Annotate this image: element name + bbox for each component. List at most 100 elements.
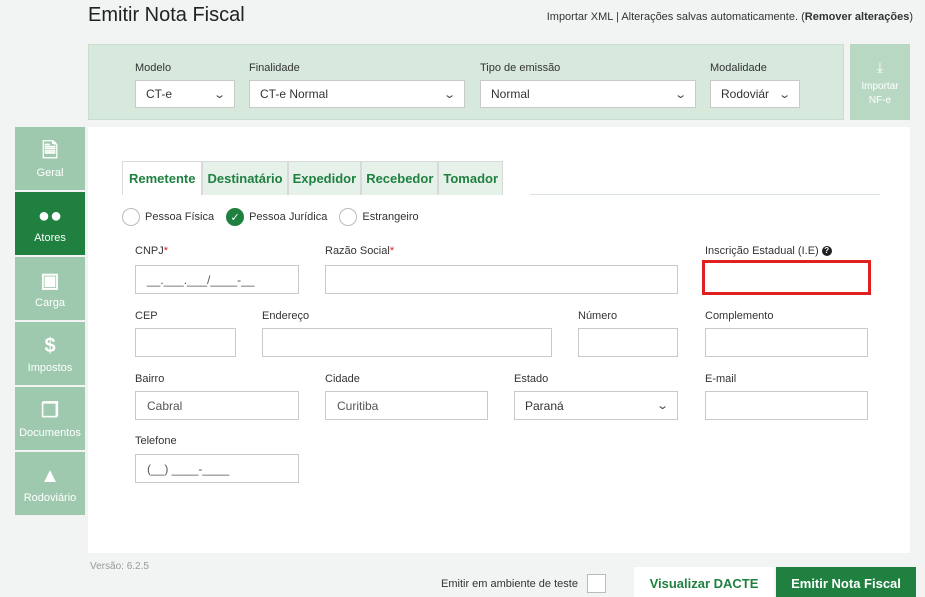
road-icon: ▲ [40, 465, 60, 487]
modelo-select[interactable]: CT-e ⌄ [135, 80, 235, 108]
ie-label: Inscrição Estadual (I.E)? [705, 245, 832, 257]
sidebar-item-carga[interactable]: ▣ Carga [15, 257, 85, 322]
radio-circle [339, 208, 358, 226]
help-icon[interactable]: ? [821, 246, 832, 257]
radio-label: Estrangeiro [362, 211, 419, 223]
required-marker: * [163, 245, 169, 257]
version-label: Versão: 6.2.5 [90, 561, 149, 572]
top-actions: Importar XML | Alterações salvas automat… [547, 11, 913, 23]
test-env-label: Emitir em ambiente de teste [441, 578, 578, 590]
radio-pessoa-fisica[interactable]: Pessoa Física [122, 208, 214, 226]
chevron-down-icon: ⌄ [673, 88, 687, 101]
download-icon: ⤓ [876, 59, 884, 75]
ie-label-text: Inscrição Estadual (I.E) [705, 245, 819, 257]
cidade-input[interactable]: Curitiba [325, 391, 488, 420]
endereco-input[interactable] [262, 328, 552, 357]
telefone-input[interactable]: (__) ____-____ [135, 454, 299, 483]
tipo-emissao-select[interactable]: Normal ⌄ [480, 80, 696, 108]
numero-input[interactable] [578, 328, 678, 357]
radio-circle [122, 208, 140, 226]
sidebar-item-label: Atores [34, 232, 66, 244]
tab-recebedor[interactable]: Recebedor [361, 161, 439, 195]
chevron-down-icon: ⌄ [442, 88, 456, 101]
sidebar-item-label: Documentos [19, 427, 81, 439]
import-nfe-line2: NF-e [868, 95, 892, 106]
sidebar-item-documentos[interactable]: ❐ Documentos [15, 387, 85, 452]
chevron-down-icon: ⌄ [212, 88, 226, 101]
radio-label: Pessoa Jurídica [249, 211, 328, 223]
tab-remetente[interactable]: Remetente [122, 161, 203, 195]
complemento-input[interactable] [705, 328, 868, 357]
modelo-value: CT-e [146, 87, 173, 101]
paren-close: ) [909, 11, 913, 23]
sidebar-item-label: Carga [35, 297, 65, 309]
dollar-icon: $ [44, 335, 56, 357]
chevron-down-icon: ⌄ [777, 88, 791, 101]
check-icon: ✓ [226, 208, 245, 226]
sidebar-item-geral[interactable]: 🗎 Geral [15, 127, 85, 192]
actor-tabs: Remetente Destinatário Expedidor Recebed… [122, 161, 504, 195]
chevron-down-icon: ⌄ [655, 400, 669, 412]
tab-divider [530, 194, 880, 195]
razao-social-label: Razão Social* [325, 245, 394, 257]
sidebar-item-label: Rodoviário [23, 492, 77, 504]
document-icon: 🗎 [41, 140, 59, 162]
finalidade-select[interactable]: CT-e Normal ⌄ [249, 80, 465, 108]
cep-input[interactable] [135, 328, 236, 357]
test-env-checkbox[interactable] [587, 574, 606, 593]
bairro-input[interactable]: Cabral [135, 391, 299, 420]
email-label: E-mail [705, 373, 737, 385]
users-icon: ●● [37, 205, 63, 227]
finalidade-value: CT-e Normal [260, 87, 329, 101]
import-nfe-button[interactable]: ⤓ Importar NF-e [850, 44, 910, 120]
endereco-label: Endereço [262, 310, 310, 322]
tab-expedidor[interactable]: Expedidor [287, 161, 362, 195]
complemento-label: Complemento [705, 310, 774, 322]
remove-changes-link[interactable]: Remover alterações [805, 11, 910, 23]
paren-open: ( [798, 11, 805, 23]
import-xml-link[interactable]: Importar XML [547, 11, 613, 23]
modalidade-value: Rodoviár [721, 87, 770, 101]
preview-dacte-button[interactable]: Visualizar DACTE [634, 567, 774, 597]
tab-tomador[interactable]: Tomador [438, 161, 504, 195]
radio-estrangeiro[interactable]: Estrangeiro [339, 208, 419, 226]
sidebar-item-label: Impostos [27, 362, 73, 374]
emit-invoice-button[interactable]: Emitir Nota Fiscal [776, 567, 916, 597]
modalidade-label: Modalidade [710, 62, 767, 74]
tab-destinatario[interactable]: Destinatário [202, 161, 288, 195]
cep-label: CEP [135, 310, 158, 322]
sidebar-item-label: Geral [36, 167, 64, 179]
finalidade-label: Finalidade [249, 62, 300, 74]
required-marker: * [389, 245, 395, 257]
page-title: Emitir Nota Fiscal [88, 4, 245, 26]
telefone-label: Telefone [135, 435, 177, 447]
ie-input[interactable] [702, 260, 871, 295]
bairro-label: Bairro [135, 373, 165, 385]
estado-select[interactable]: Paraná ⌄ [514, 391, 678, 420]
razao-social-label-text: Razão Social [325, 245, 390, 257]
autosave-status: Alterações salvas automaticamente. [621, 11, 799, 23]
sidebar: 🗎 Geral ●● Atores ▣ Carga $ Impostos ❐ D… [15, 127, 85, 517]
person-type-group: Pessoa Física ✓ Pessoa Jurídica Estrange… [122, 208, 431, 226]
modelo-label: Modelo [135, 62, 172, 74]
documents-icon: ❐ [41, 400, 59, 422]
razao-social-input[interactable] [325, 265, 678, 294]
cidade-label: Cidade [325, 373, 360, 385]
modalidade-select[interactable]: Rodoviár ⌄ [710, 80, 800, 108]
import-nfe-line1: Importar [861, 81, 899, 92]
tipo-emissao-label: Tipo de emissão [480, 62, 561, 74]
estado-value: Paraná [525, 398, 564, 413]
sidebar-item-impostos[interactable]: $ Impostos [15, 322, 85, 387]
radio-pessoa-juridica[interactable]: ✓ Pessoa Jurídica [226, 208, 327, 226]
sidebar-item-atores[interactable]: ●● Atores [15, 192, 85, 257]
cnpj-label: CNPJ* [135, 245, 168, 257]
numero-label: Número [578, 310, 618, 322]
cart-icon: ▣ [40, 270, 60, 292]
cnpj-input[interactable]: __.___.___/____-__ [135, 265, 299, 294]
estado-label: Estado [514, 373, 549, 385]
tipo-emissao-value: Normal [491, 87, 530, 101]
radio-label: Pessoa Física [145, 211, 215, 223]
cnpj-label-text: CNPJ [135, 245, 164, 257]
email-input[interactable] [705, 391, 868, 420]
sidebar-item-rodoviario[interactable]: ▲ Rodoviário [15, 452, 85, 517]
